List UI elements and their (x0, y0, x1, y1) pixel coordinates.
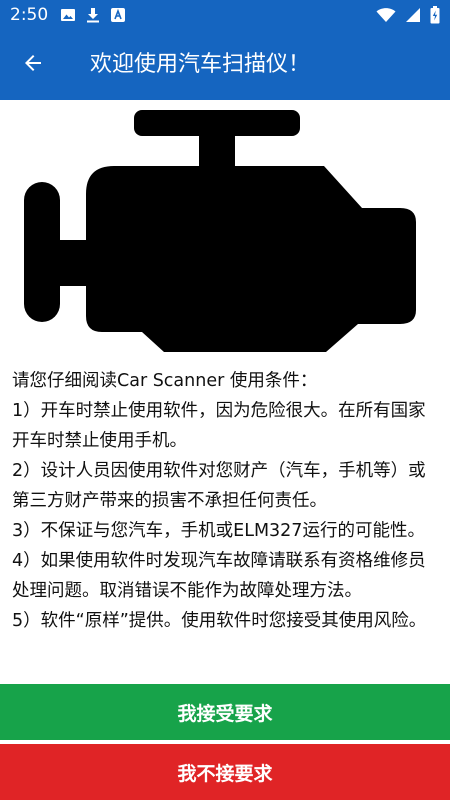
engine-icon (24, 110, 428, 360)
download-icon (86, 7, 100, 23)
screen: 2:50 欢迎使用汽车扫描仪！ 请您仔细阅读Car Scanner 使用条件： … (0, 0, 450, 800)
terms-item: 2）设计人员因使用软件对您财产（汽车，手机等）或第三方财产带来的损害不承担任何责… (12, 461, 426, 511)
app-bar: 欢迎使用汽车扫描仪！ (0, 30, 450, 100)
terms-item: 5）软件“原样”提供。使用软件时您接受其使用风险。 (12, 611, 427, 631)
image-icon (60, 7, 76, 23)
back-button[interactable] (10, 42, 56, 88)
page-title: 欢迎使用汽车扫描仪！ (90, 52, 311, 77)
terms-content[interactable]: 请您仔细阅读Car Scanner 使用条件： 1）开车时禁止使用软件，因为危险… (0, 100, 450, 684)
status-bar: 2:50 (0, 0, 450, 30)
font-icon (110, 7, 126, 23)
terms-item: 4）如果使用软件时发现汽车故障请联系有资格维修员处理问题。取消错误不能作为故障处… (12, 551, 426, 601)
system-icons (376, 6, 440, 24)
accept-button[interactable]: 我接受要求 (0, 684, 450, 740)
battery-icon (430, 6, 440, 24)
terms-text: 请您仔细阅读Car Scanner 使用条件： 1）开车时禁止使用软件，因为危险… (12, 366, 438, 636)
signal-icon (405, 7, 421, 23)
wifi-icon (376, 7, 396, 23)
terms-item: 3）不保证与您汽车，手机或ELM327运行的可能性。 (12, 521, 425, 541)
notification-icons (60, 6, 126, 24)
arrow-left-icon (21, 51, 45, 79)
terms-intro: 请您仔细阅读Car Scanner 使用条件： (12, 371, 318, 391)
status-time: 2:50 (10, 5, 49, 25)
decline-button[interactable]: 我不接要求 (0, 744, 450, 800)
terms-item: 1）开车时禁止使用软件，因为危险很大。在所有国家开车时禁止使用手机。 (12, 401, 426, 451)
